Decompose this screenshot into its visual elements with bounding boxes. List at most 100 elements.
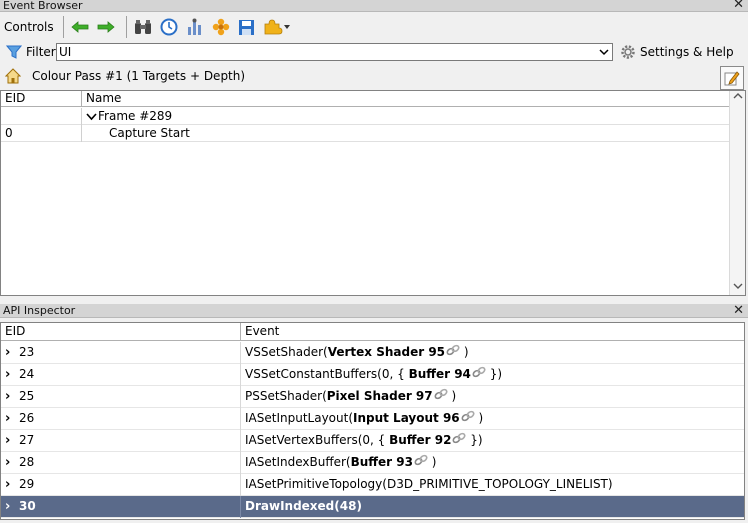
- link-icon[interactable]: [452, 430, 466, 451]
- event-function: VSSetConstantBuffers(0, {: [245, 367, 405, 381]
- scroll-up-icon[interactable]: [730, 91, 746, 105]
- event-tree: EID Name Frame #289 0 Capture Start: [0, 90, 746, 296]
- link-icon[interactable]: [472, 364, 486, 385]
- tree-row-name: Frame #289: [98, 109, 173, 123]
- toolbar-separator: [62, 16, 64, 38]
- row-event: VSSetShader(Vertex Shader 95 ): [241, 342, 744, 364]
- chart-icon[interactable]: [184, 16, 206, 38]
- puzzle-icon[interactable]: [262, 16, 292, 38]
- chevron-right-icon[interactable]: ›: [5, 452, 19, 473]
- row-eid: 26: [19, 411, 35, 425]
- link-icon[interactable]: [461, 408, 475, 429]
- breadcrumb: Colour Pass #1 (1 Targets + Depth): [0, 66, 748, 88]
- event-tail: }): [485, 367, 503, 381]
- home-icon[interactable]: [5, 68, 21, 84]
- row-event: IASetPrimitiveTopology(D3D_PRIMITIVE_TOP…: [245, 477, 613, 491]
- chevron-down-icon[interactable]: [86, 108, 98, 124]
- tree-row-name: Capture Start: [109, 126, 190, 140]
- breadcrumb-text: Colour Pass #1 (1 Targets + Depth): [32, 69, 246, 83]
- forward-arrow-icon[interactable]: [95, 16, 117, 38]
- event-tree-scrollbar[interactable]: [729, 91, 745, 295]
- tree-row-eid: [1, 108, 82, 125]
- table-row-selected[interactable]: › 30 DrawIndexed(48): [1, 496, 744, 518]
- row-event: IASetInputLayout(Input Layout 96 ): [241, 408, 744, 430]
- table-row[interactable]: › 28 IASetIndexBuffer(Buffer 93 ): [1, 452, 744, 474]
- flower-icon[interactable]: [210, 16, 232, 38]
- api-inspector-title: API Inspector: [3, 304, 76, 317]
- tree-row[interactable]: Frame #289: [1, 108, 729, 125]
- event-function: PSSetShader(: [245, 389, 327, 403]
- column-header-event[interactable]: Event: [241, 323, 744, 341]
- event-browser-toolbar: Controls: [0, 13, 748, 41]
- resource-link[interactable]: Pixel Shader 97: [327, 389, 433, 403]
- resource-link[interactable]: Input Layout 96: [353, 411, 460, 425]
- row-event: DrawIndexed(48): [245, 499, 362, 513]
- api-inspector-title-bar: API Inspector ✕: [0, 304, 748, 318]
- chevron-right-icon[interactable]: ›: [5, 342, 19, 363]
- binoculars-icon[interactable]: [132, 16, 154, 38]
- tree-row-name-cell: Frame #289: [82, 108, 729, 125]
- column-header-eid[interactable]: EID: [1, 323, 241, 341]
- edit-bookmark-button[interactable]: [720, 66, 744, 90]
- filter-value: UI: [59, 45, 72, 59]
- chevron-down-icon[interactable]: [598, 45, 610, 59]
- tree-row[interactable]: 0 Capture Start: [1, 125, 729, 142]
- row-event: IASetVertexBuffers(0, { Buffer 92 }): [241, 430, 744, 452]
- api-inspector-close-button[interactable]: ✕: [733, 304, 744, 318]
- filter-icon: [6, 45, 22, 59]
- chevron-right-icon[interactable]: ›: [5, 386, 19, 407]
- row-eid: 30: [19, 499, 36, 513]
- event-browser-close-button[interactable]: ✕: [733, 0, 744, 12]
- row-eid: 28: [19, 455, 35, 469]
- chevron-right-icon[interactable]: ›: [5, 364, 19, 385]
- link-icon[interactable]: [446, 342, 460, 363]
- chevron-right-icon[interactable]: ›: [5, 474, 19, 495]
- resource-link[interactable]: Buffer 94: [409, 367, 471, 381]
- scroll-down-icon[interactable]: [730, 281, 746, 295]
- event-browser-title-bar: Event Browser ✕: [0, 0, 748, 12]
- save-icon[interactable]: [236, 16, 258, 38]
- resource-link[interactable]: Buffer 93: [351, 455, 413, 469]
- event-function: IASetVertexBuffers(0, {: [245, 433, 386, 447]
- column-header-name[interactable]: Name: [82, 91, 729, 107]
- gear-icon: [620, 44, 636, 60]
- resource-link[interactable]: Buffer 92: [389, 433, 451, 447]
- api-inspector-table: EID Event › 23 VSSetShader(Vertex Shader …: [0, 322, 745, 520]
- chevron-right-icon[interactable]: ›: [5, 430, 19, 451]
- table-row[interactable]: › 29 IASetPrimitiveTopology(D3D_PRIMITIVE…: [1, 474, 744, 496]
- row-event: VSSetConstantBuffers(0, { Buffer 94 }): [241, 364, 744, 386]
- event-function: IASetIndexBuffer(: [245, 455, 351, 469]
- column-header-eid[interactable]: EID: [1, 91, 82, 107]
- link-icon[interactable]: [434, 386, 448, 407]
- resource-link[interactable]: Vertex Shader 95: [328, 345, 445, 359]
- row-eid: 27: [19, 433, 35, 447]
- event-tail: ): [427, 455, 437, 469]
- back-arrow-icon[interactable]: [69, 16, 91, 38]
- row-eid: 23: [19, 345, 35, 359]
- settings-help-button[interactable]: Settings & Help: [620, 43, 734, 61]
- event-function: VSSetShader(: [245, 345, 328, 359]
- toolbar-separator: [125, 16, 127, 38]
- event-tree-header: EID Name: [1, 91, 729, 107]
- event-tail: ): [460, 345, 469, 359]
- event-tail: ): [474, 411, 484, 425]
- link-icon[interactable]: [414, 452, 428, 473]
- pencil-icon: [724, 70, 740, 86]
- chevron-right-icon[interactable]: ›: [5, 496, 19, 517]
- settings-help-label: Settings & Help: [640, 45, 734, 59]
- table-row[interactable]: › 27 IASetVertexBuffers(0, { Buffer 92 }): [1, 430, 744, 452]
- chevron-right-icon[interactable]: ›: [5, 408, 19, 429]
- table-row[interactable]: › 25 PSSetShader(Pixel Shader 97 ): [1, 386, 744, 408]
- table-row[interactable]: › 26 IASetInputLayout(Input Layout 96 ): [1, 408, 744, 430]
- clock-icon[interactable]: [158, 16, 180, 38]
- controls-label: Controls: [4, 20, 54, 34]
- row-eid: 25: [19, 389, 35, 403]
- event-function: IASetInputLayout(: [245, 411, 353, 425]
- row-eid: 24: [19, 367, 35, 381]
- event-browser-title: Event Browser: [3, 0, 83, 12]
- table-row[interactable]: › 23 VSSetShader(Vertex Shader 95 ): [1, 342, 744, 364]
- row-event: IASetIndexBuffer(Buffer 93 ): [241, 452, 744, 474]
- row-event: PSSetShader(Pixel Shader 97 ): [241, 386, 744, 408]
- filter-input[interactable]: UI: [56, 43, 613, 61]
- table-row[interactable]: › 24 VSSetConstantBuffers(0, { Buffer 94 …: [1, 364, 744, 386]
